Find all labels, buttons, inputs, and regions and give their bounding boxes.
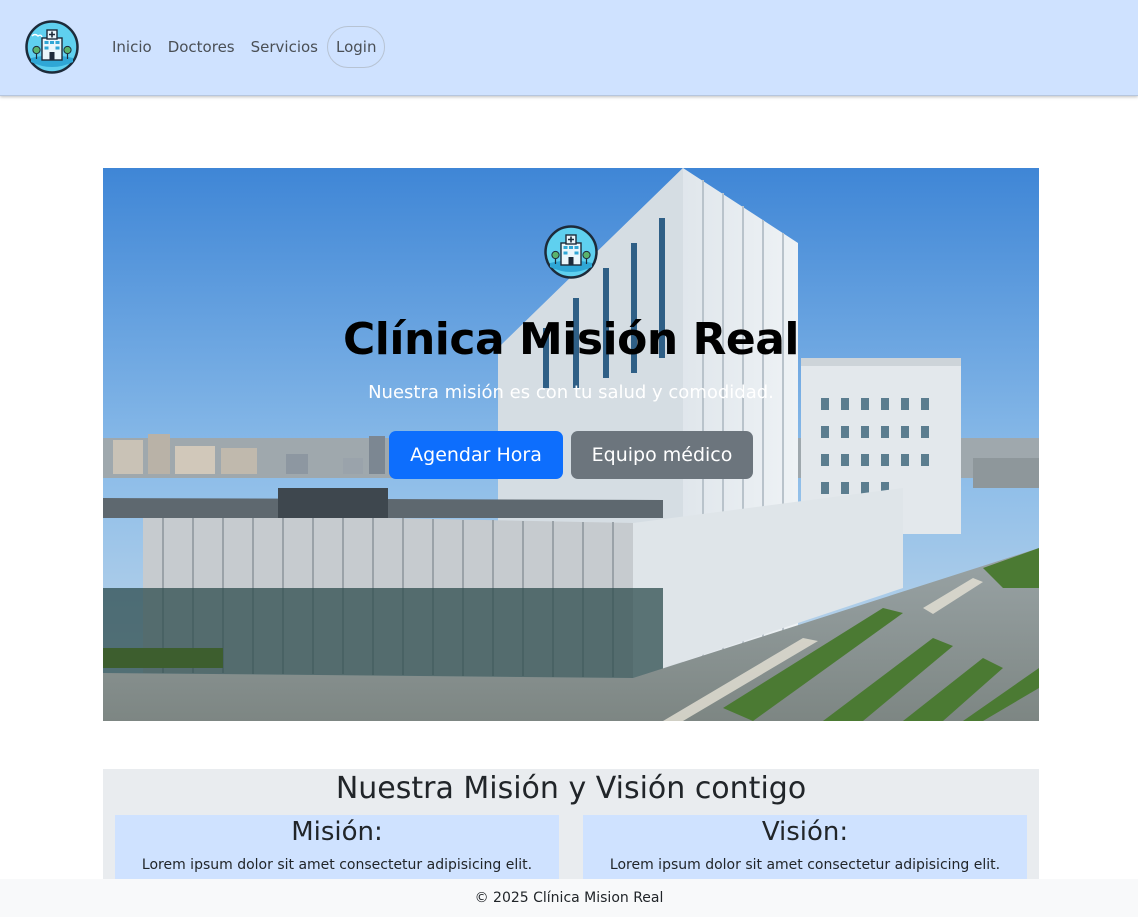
nav-link-login[interactable]: Login — [327, 26, 386, 68]
vision-heading: Visión: — [761, 817, 849, 847]
nav-links: Inicio Doctores Servicios Login — [104, 26, 386, 68]
footer-copyright: © 2025 Clínica Mision Real — [474, 890, 664, 906]
mission-text: Lorem ipsum dolor sit amet consectetur a… — [141, 857, 533, 873]
hero-carousel: Clínica Misión Real Nuestra misión es co… — [103, 168, 1039, 721]
section-title: Nuestra Misión y Visión contigo — [335, 771, 807, 806]
medical-team-button[interactable]: Equipo médico — [571, 431, 753, 479]
hospital-logo-icon[interactable] — [25, 20, 79, 74]
vision-text: Lorem ipsum dolor sit amet consectetur a… — [609, 857, 1001, 873]
mission-heading: Misión: — [291, 817, 383, 847]
hospital-logo-icon — [544, 225, 598, 279]
schedule-appointment-button[interactable]: Agendar Hora — [389, 431, 563, 479]
nav-link-doctores[interactable]: Doctores — [160, 38, 243, 56]
nav-link-servicios[interactable]: Servicios — [243, 38, 326, 56]
hero-subtitle: Nuestra misión es con tu salud y comodid… — [368, 382, 774, 403]
footer: © 2025 Clínica Mision Real — [0, 879, 1138, 917]
hero-title: Clínica Misión Real — [343, 314, 799, 365]
nav-link-inicio[interactable]: Inicio — [104, 38, 160, 56]
navbar: Inicio Doctores Servicios Login — [0, 0, 1138, 96]
